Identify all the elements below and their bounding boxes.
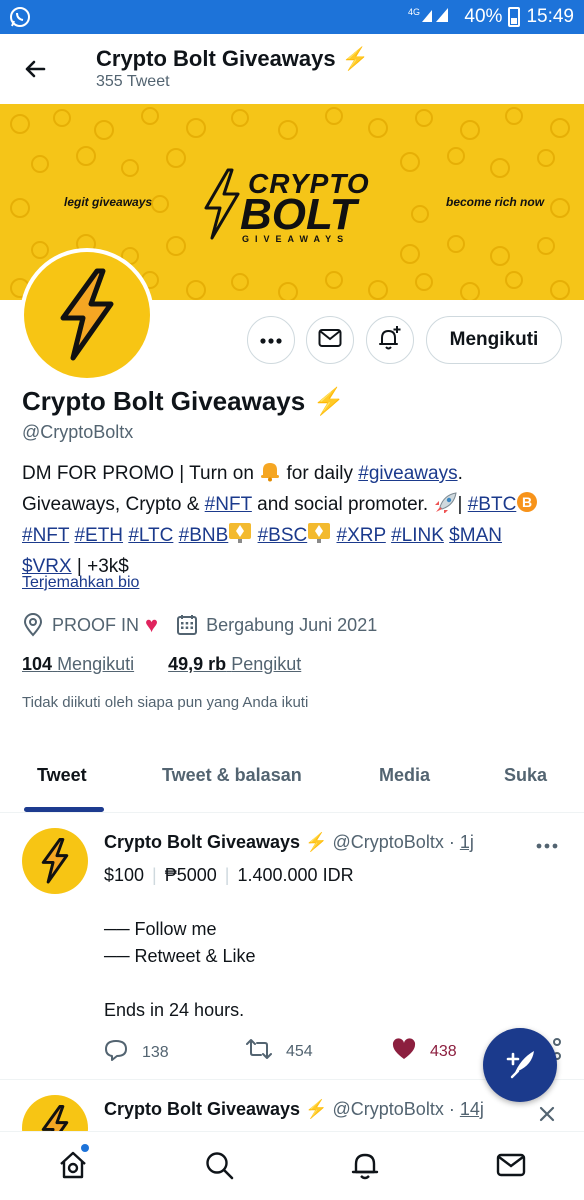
- battery-icon: [508, 7, 521, 27]
- retweet-icon: [246, 1038, 272, 1065]
- hashtag-link[interactable]: #BNB: [179, 525, 229, 546]
- tweet-avatar[interactable]: [22, 828, 88, 894]
- followers-link[interactable]: 49,9 rb Pengikut: [168, 654, 301, 674]
- hashtag-link[interactable]: #giveaways: [358, 463, 457, 484]
- nav-messages[interactable]: [494, 1150, 528, 1184]
- profile-handle: @CryptoBoltx: [22, 422, 134, 442]
- nav-search[interactable]: [202, 1150, 236, 1184]
- notify-button[interactable]: [366, 316, 414, 364]
- bolt-emoji-icon: ⚡: [341, 46, 370, 71]
- bnb-emoji-icon: [228, 522, 252, 553]
- tweet-avatar[interactable]: [22, 1095, 88, 1131]
- nav-notifications[interactable]: [348, 1150, 382, 1184]
- like-button[interactable]: 438: [392, 1038, 457, 1065]
- follow-stats: 104 Mengikuti 49,9 rb Pengikut: [22, 654, 301, 675]
- tweet-time[interactable]: 14j: [460, 1099, 484, 1119]
- active-tab-indicator: [24, 807, 104, 812]
- bell-emoji-icon: [259, 460, 281, 491]
- bolt-logo-icon: [204, 168, 240, 240]
- bolt-avatar-icon: [41, 1105, 69, 1131]
- tweet-text: $100 | ₱5000 | 1.400.000 IDR ── Follow me ──…: [104, 865, 354, 1020]
- tab-media[interactable]: Media: [379, 765, 430, 786]
- tweet-count: 355 Tweet: [96, 73, 170, 90]
- bolt-emoji-icon: ⚡: [312, 386, 345, 416]
- tab-likes[interactable]: Suka: [504, 765, 547, 786]
- back-arrow-icon[interactable]: [20, 54, 50, 84]
- message-button[interactable]: [306, 316, 354, 364]
- bottom-navigation: [0, 1131, 584, 1200]
- banner-right-text: become rich now: [446, 195, 545, 209]
- mail-icon: [318, 328, 342, 353]
- svg-text:4G: 4G: [408, 7, 420, 17]
- more-icon: [260, 331, 282, 349]
- not-followed-note: Tidak diikuti oleh siapa pun yang Anda i…: [22, 694, 309, 711]
- cashtag-link[interactable]: $MAN: [449, 525, 502, 546]
- following-button[interactable]: Mengikuti: [426, 316, 562, 364]
- bell-plus-icon: [377, 325, 403, 356]
- more-options-button[interactable]: [247, 316, 295, 364]
- messages-icon: [496, 1152, 526, 1183]
- tab-tweet[interactable]: Tweet: [37, 765, 87, 786]
- heart-icon: [392, 1038, 416, 1065]
- nav-home[interactable]: [56, 1150, 90, 1184]
- location-icon: [22, 613, 44, 637]
- profile-name: Crypto Bolt Giveaways ⚡: [22, 386, 345, 416]
- rocket-emoji-icon: [434, 491, 458, 522]
- bolt-avatar-icon: [41, 838, 69, 884]
- clock: 15:49: [526, 6, 574, 27]
- profile-bio: DM FOR PROMO | Turn on for daily #giveaw…: [22, 460, 567, 581]
- tweet-author-name[interactable]: Crypto Bolt Giveaways: [104, 1099, 300, 1119]
- tweet-header: Crypto Bolt Giveaways ⚡ @CryptoBoltx · 1…: [104, 832, 474, 852]
- profile-header: Crypto Bolt Giveaways ⚡ 355 Tweet: [0, 34, 584, 104]
- tweet-more-icon[interactable]: [536, 1103, 562, 1122]
- bitcoin-emoji-icon: B: [516, 491, 538, 522]
- battery-percent: 40%: [464, 6, 503, 27]
- tweet-time[interactable]: 1j: [460, 832, 474, 852]
- hashtag-link[interactable]: #ETH: [74, 525, 123, 546]
- tweet-author-handle: @CryptoBoltx: [332, 832, 444, 852]
- heart-emoji-icon: ♥: [145, 612, 159, 637]
- bnb-emoji-icon: [307, 522, 331, 553]
- signal-icon: 4G: [408, 4, 458, 30]
- calendar-icon: [176, 614, 198, 636]
- svg-text:B: B: [522, 494, 532, 510]
- profile-avatar[interactable]: [20, 248, 154, 382]
- home-icon: [58, 1150, 88, 1185]
- retweet-button[interactable]: 454: [246, 1038, 313, 1065]
- location-text: PROOF IN: [52, 614, 140, 635]
- tweet-author-name[interactable]: Crypto Bolt Giveaways: [104, 832, 300, 852]
- hashtag-link[interactable]: #XRP: [337, 525, 386, 546]
- reply-button[interactable]: 138: [104, 1038, 169, 1067]
- hashtag-link[interactable]: #BSC: [258, 525, 308, 546]
- compose-tweet-button[interactable]: [483, 1028, 557, 1102]
- hashtag-link[interactable]: #LINK: [391, 525, 444, 546]
- notification-dot: [81, 1144, 89, 1152]
- profile-meta: PROOF IN ♥ Bergabung Juni 2021: [22, 610, 377, 640]
- status-bar: 4G 40% 15:49: [0, 0, 584, 34]
- tweet-header: Crypto Bolt Giveaways ⚡ @CryptoBoltx · 1…: [104, 1099, 484, 1119]
- tab-tweets-replies[interactable]: Tweet & balasan: [162, 765, 302, 786]
- hashtag-link[interactable]: #LTC: [128, 525, 173, 546]
- bolt-avatar-icon: [60, 268, 114, 361]
- hashtag-link[interactable]: #NFT: [22, 525, 69, 546]
- bolt-emoji-icon: ⚡: [305, 1099, 328, 1119]
- bolt-emoji-icon: ⚡: [305, 832, 328, 852]
- search-icon: [204, 1150, 234, 1185]
- banner-logo: CRYPTO BOLT GIVEAWAYS: [200, 164, 390, 244]
- profile-tabs: Tweet Tweet & balasan Media Suka: [0, 745, 584, 813]
- notifications-icon: [350, 1150, 380, 1185]
- reply-icon: [104, 1038, 128, 1067]
- compose-icon: [500, 1043, 540, 1088]
- hashtag-link[interactable]: #NFT: [205, 494, 252, 515]
- whatsapp-icon: [8, 5, 32, 29]
- header-title: Crypto Bolt Giveaways ⚡: [96, 46, 370, 71]
- banner-left-text: legit giveaways: [64, 195, 153, 209]
- joined-date: Bergabung Juni 2021: [206, 614, 378, 635]
- tweet-author-handle: @CryptoBoltx: [332, 1099, 444, 1119]
- translate-bio-link[interactable]: Terjemahkan bio: [22, 574, 139, 592]
- following-link[interactable]: 104 Mengikuti: [22, 654, 134, 674]
- tweet-more-icon[interactable]: [536, 836, 562, 854]
- hashtag-link[interactable]: #BTC: [468, 494, 517, 515]
